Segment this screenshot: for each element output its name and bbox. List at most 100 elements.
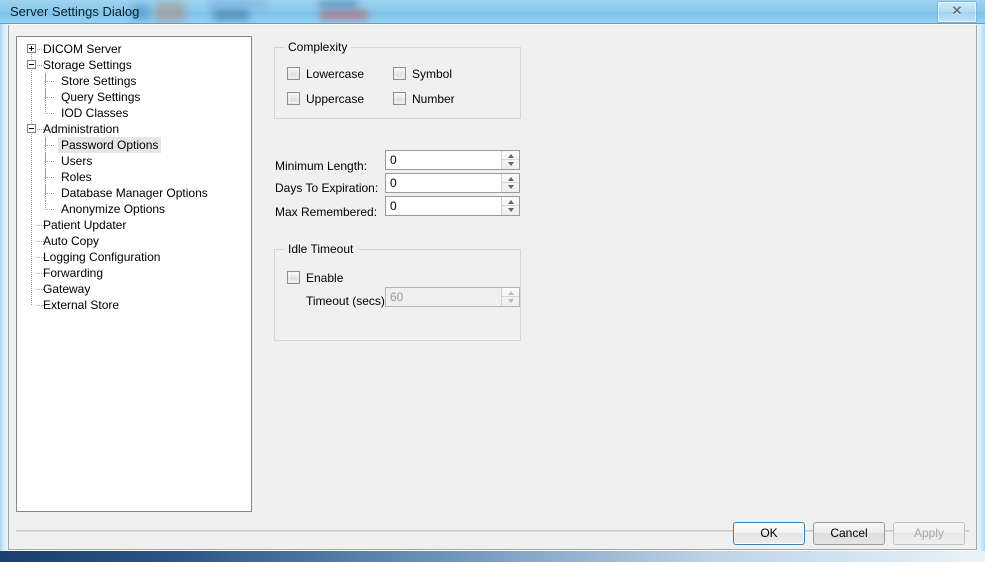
background-blur-artifact xyxy=(213,10,249,20)
tree-item-label: Gateway xyxy=(40,281,93,297)
spinner-down-icon[interactable] xyxy=(502,206,519,215)
tree-item-label: Patient Updater xyxy=(40,217,129,233)
uppercase-checkbox-row[interactable]: Uppercase xyxy=(287,92,364,106)
settings-tree[interactable]: DICOM ServerStorage SettingsStore Settin… xyxy=(16,36,252,512)
minimum-length-spinner[interactable]: 0 xyxy=(385,150,520,170)
tree-item[interactable]: External Store xyxy=(17,297,251,313)
title-bar[interactable]: Server Settings Dialog ✕ xyxy=(0,0,985,24)
timeout-secs-spin-buttons[interactable] xyxy=(501,288,519,306)
ok-button[interactable]: OK xyxy=(733,522,805,545)
tree-item[interactable]: Password Options xyxy=(17,137,251,153)
timeout-secs-value: 60 xyxy=(390,289,403,305)
days-to-expiration-label: Days To Expiration: xyxy=(275,181,378,195)
complexity-groupbox: Complexity Lowercase Symbol Uppercase Nu… xyxy=(274,47,521,119)
tree-item[interactable]: Database Manager Options xyxy=(17,185,251,201)
tree-item[interactable]: Logging Configuration xyxy=(17,249,251,265)
tree-item[interactable]: Anonymize Options xyxy=(17,201,251,217)
window-frame-bottom xyxy=(0,551,985,562)
tree-item-label: Storage Settings xyxy=(40,57,135,73)
tree-item-label: Logging Configuration xyxy=(40,249,163,265)
tree-item[interactable]: Users xyxy=(17,153,251,169)
lowercase-checkbox-row[interactable]: Lowercase xyxy=(287,67,364,81)
tree-item-label: External Store xyxy=(40,297,122,313)
tree-item[interactable]: Roles xyxy=(17,169,251,185)
background-blur-artifact xyxy=(320,10,368,20)
max-remembered-spin-buttons[interactable] xyxy=(501,197,519,215)
tree-item-label: Forwarding xyxy=(40,265,106,281)
lowercase-checkbox[interactable] xyxy=(287,67,300,80)
background-blur-artifact xyxy=(208,0,268,8)
tree-item-label: Store Settings xyxy=(58,73,139,89)
tree-item-label: Query Settings xyxy=(58,89,143,105)
tree-item-label: Password Options xyxy=(58,137,161,153)
spinner-up-icon[interactable] xyxy=(502,151,519,160)
window-title: Server Settings Dialog xyxy=(10,4,139,19)
days-to-expiration-spin-buttons[interactable] xyxy=(501,174,519,192)
tree-connector xyxy=(45,137,47,201)
tree-connector xyxy=(45,201,47,210)
tree-item-label: Administration xyxy=(40,121,122,137)
tree-item-label: Anonymize Options xyxy=(58,201,168,217)
tree-item-label: Roles xyxy=(58,169,95,185)
apply-button[interactable]: Apply xyxy=(893,522,965,545)
minimum-length-spin-buttons[interactable] xyxy=(501,151,519,169)
minimum-length-label: Minimum Length: xyxy=(275,159,367,173)
cancel-button[interactable]: Cancel xyxy=(813,522,885,545)
tree-item[interactable]: Auto Copy xyxy=(17,233,251,249)
lowercase-label: Lowercase xyxy=(306,67,364,81)
spinner-down-icon[interactable] xyxy=(502,183,519,192)
tree-connector xyxy=(45,105,47,114)
tree-connector xyxy=(45,73,47,105)
background-blur-artifact xyxy=(318,0,358,8)
idle-timeout-groupbox: Idle Timeout Enable Timeout (secs): 60 xyxy=(274,249,521,341)
max-remembered-value: 0 xyxy=(390,198,397,214)
days-to-expiration-value: 0 xyxy=(390,175,397,191)
idle-enable-checkbox-row[interactable]: Enable xyxy=(287,271,343,285)
number-checkbox-row[interactable]: Number xyxy=(393,92,455,106)
max-remembered-label: Max Remembered: xyxy=(275,205,377,219)
idle-enable-checkbox[interactable] xyxy=(287,271,300,284)
days-to-expiration-spinner[interactable]: 0 xyxy=(385,173,520,193)
idle-enable-label: Enable xyxy=(306,271,343,285)
tree-item[interactable]: Administration xyxy=(17,121,251,137)
minimum-length-value: 0 xyxy=(390,152,397,168)
tree-item-label: Users xyxy=(58,153,95,169)
spinner-up-icon[interactable] xyxy=(502,174,519,183)
tree-item[interactable]: IOD Classes xyxy=(17,105,251,121)
number-label: Number xyxy=(412,92,455,106)
tree-item-label: DICOM Server xyxy=(40,41,125,57)
symbol-label: Symbol xyxy=(412,67,452,81)
timeout-secs-spinner[interactable]: 60 xyxy=(385,287,520,307)
max-remembered-spinner[interactable]: 0 xyxy=(385,196,520,216)
tree-collapse-icon[interactable] xyxy=(27,60,36,69)
tree-item[interactable]: Gateway xyxy=(17,281,251,297)
tree-item[interactable]: DICOM Server xyxy=(17,41,251,57)
close-button[interactable]: ✕ xyxy=(937,1,977,23)
dialog-client-area: DICOM ServerStorage SettingsStore Settin… xyxy=(8,25,977,550)
tree-item[interactable]: Query Settings xyxy=(17,89,251,105)
idle-timeout-groupbox-title: Idle Timeout xyxy=(284,242,357,256)
tree-item[interactable]: Forwarding xyxy=(17,265,251,281)
tree-collapse-icon[interactable] xyxy=(27,124,36,133)
close-x-icon: ✕ xyxy=(938,2,976,22)
tree-item[interactable]: Store Settings xyxy=(17,73,251,89)
spinner-down-icon[interactable] xyxy=(502,160,519,169)
tree-item-label: IOD Classes xyxy=(58,105,131,121)
timeout-secs-label: Timeout (secs): xyxy=(306,294,388,308)
symbol-checkbox[interactable] xyxy=(393,67,406,80)
spinner-down-icon[interactable] xyxy=(502,297,519,306)
tree-item[interactable]: Storage Settings xyxy=(17,57,251,73)
password-options-pane: Complexity Lowercase Symbol Uppercase Nu… xyxy=(259,25,976,525)
background-blur-artifact xyxy=(155,2,185,22)
spinner-up-icon[interactable] xyxy=(502,197,519,206)
tree-item[interactable]: Patient Updater xyxy=(17,217,251,233)
uppercase-label: Uppercase xyxy=(306,92,364,106)
tree-expand-icon[interactable] xyxy=(27,44,36,53)
spinner-up-icon[interactable] xyxy=(502,288,519,297)
tree-item-label: Auto Copy xyxy=(40,233,102,249)
number-checkbox[interactable] xyxy=(393,92,406,105)
complexity-groupbox-title: Complexity xyxy=(284,40,351,54)
symbol-checkbox-row[interactable]: Symbol xyxy=(393,67,452,81)
uppercase-checkbox[interactable] xyxy=(287,92,300,105)
tree-item-label: Database Manager Options xyxy=(58,185,211,201)
